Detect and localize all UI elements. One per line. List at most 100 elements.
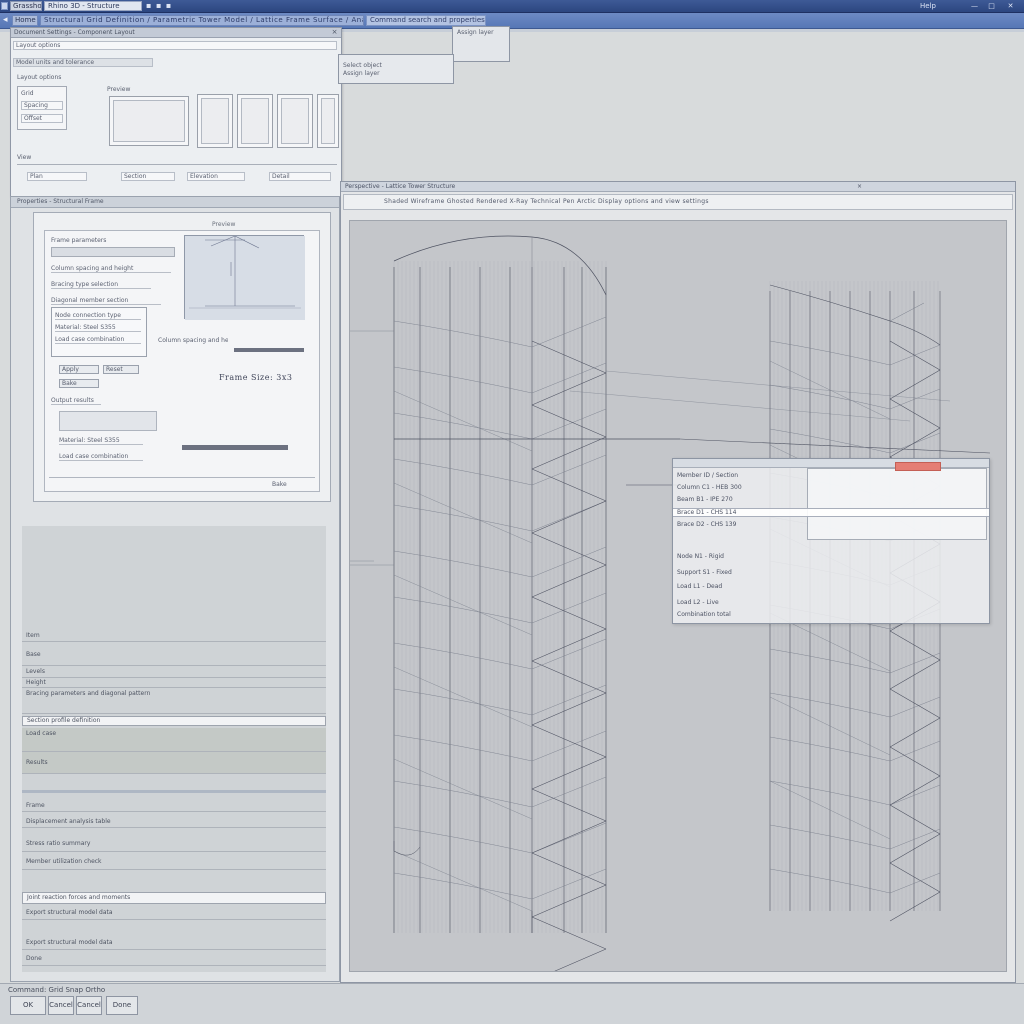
table-row[interactable]: Member ID / Section — [677, 472, 797, 479]
field-detail[interactable]: Detail — [269, 172, 331, 181]
list-item[interactable]: Load case — [22, 728, 326, 752]
highlighted-cell[interactable] — [895, 462, 941, 471]
command-line[interactable]: Command: Grid Snap Ortho — [8, 986, 105, 994]
results-grid[interactable] — [807, 468, 987, 540]
options-button[interactable]: Cancel — [76, 996, 102, 1015]
field-section[interactable]: Section — [121, 172, 175, 181]
list-item-selected[interactable]: Joint reaction forces and moments — [22, 892, 326, 904]
properties-card: Frame parameters Column spacing and heig… — [33, 212, 331, 502]
list-item[interactable]: Base — [22, 644, 326, 666]
field-offset[interactable]: Offset — [21, 114, 63, 123]
ok-button[interactable]: OK — [10, 996, 46, 1015]
tower-brace — [889, 891, 941, 922]
popover-select-label[interactable]: Select object — [343, 62, 403, 70]
search-input[interactable]: Command search and properties — [366, 15, 486, 26]
table-row[interactable]: Load L2 - Live — [677, 599, 797, 606]
tower-brace — [531, 756, 607, 790]
dropdown[interactable] — [51, 247, 175, 257]
layout-options-row[interactable]: Layout options — [13, 41, 337, 50]
field-spacing[interactable]: Spacing — [21, 101, 63, 110]
tower-ring — [531, 454, 607, 486]
list-item[interactable]: Done — [22, 952, 326, 966]
list-item[interactable]: Member utilization check — [22, 854, 326, 870]
tower-brace — [531, 628, 607, 662]
list-item[interactable]: Material: Steel S355 — [55, 324, 141, 332]
tower-ring — [889, 344, 941, 366]
table-header — [673, 459, 989, 468]
help-menu[interactable]: Help — [920, 1, 936, 11]
tower-ring — [889, 696, 941, 718]
quick-access-tools[interactable]: ▪ ▪ ▪ — [146, 1, 172, 11]
list-item[interactable]: Stress ratio summary — [22, 836, 326, 852]
list-item[interactable]: Displacement analysis table — [22, 816, 326, 828]
list-item[interactable]: Height — [22, 678, 326, 688]
list-item[interactable]: Frame — [22, 800, 326, 812]
list-item-selected[interactable]: Section profile definition — [22, 716, 326, 726]
title-bar: Grasshopper Rhino 3D - Structure ▪ ▪ ▪ H… — [0, 0, 1024, 13]
list-item[interactable]: Export structural model data — [22, 906, 326, 920]
minimize-button[interactable]: — — [968, 1, 981, 11]
tower-ring — [889, 432, 941, 454]
dialog-close-icon[interactable]: × — [330, 28, 339, 37]
thumbnail-plan[interactable] — [197, 94, 233, 148]
app-icon[interactable] — [1, 2, 8, 10]
field-plan[interactable]: Plan — [27, 172, 87, 181]
list-item[interactable]: Results — [22, 752, 326, 774]
maximize-button[interactable]: □ — [985, 1, 998, 11]
reset-button[interactable]: Reset — [103, 365, 139, 374]
table-row[interactable]: Brace D2 - CHS 139 — [677, 521, 797, 528]
table-row[interactable]: Node N1 - Rigid — [677, 553, 797, 560]
thumbnail-elevation[interactable] — [277, 94, 313, 148]
splitter[interactable] — [22, 790, 326, 793]
tower-ring — [393, 872, 533, 900]
table-row[interactable]: Load L1 - Dead — [677, 583, 797, 590]
thumbnail-section[interactable] — [237, 94, 273, 148]
list-item[interactable]: Item — [22, 630, 326, 642]
table-row[interactable]: Brace D1 - CHS 114 — [677, 509, 797, 516]
tower-brace — [393, 758, 533, 820]
table-row[interactable]: Beam B1 - IPE 270 — [677, 496, 797, 503]
document-title[interactable]: Grasshopper — [10, 1, 42, 11]
frame-preview[interactable] — [184, 235, 305, 320]
thumbnail-detail[interactable] — [317, 94, 339, 148]
list-item[interactable]: Load case combination — [55, 336, 141, 344]
preview-thumbnail[interactable] — [109, 96, 189, 146]
tower-ring — [393, 504, 533, 532]
field-elevation[interactable]: Elevation — [187, 172, 245, 181]
tower-ring — [393, 596, 533, 624]
close-button[interactable]: ✕ — [1004, 1, 1017, 11]
back-icon[interactable]: ◂ — [3, 15, 11, 26]
viewport-title: Perspective - Lattice Tower Structure — [341, 182, 1015, 192]
settings-dialog: Document Settings - Component Layout × L… — [10, 27, 342, 197]
tower-brace — [889, 369, 941, 400]
table-row[interactable]: Support S1 - Fixed — [677, 569, 797, 576]
popover: Select object Assign layer — [338, 54, 454, 84]
list-item[interactable]: Levels — [22, 666, 326, 678]
done-button[interactable]: Done — [106, 996, 138, 1015]
viewport-close-icon[interactable]: × — [857, 182, 867, 191]
member-list[interactable]: Node connection type Material: Steel S35… — [51, 307, 147, 357]
list-item[interactable]: Bracing parameters and diagonal pattern — [22, 688, 326, 714]
tower-brace — [531, 820, 607, 854]
bake-button[interactable]: Bake — [59, 379, 99, 388]
popover-layer-label[interactable]: Assign layer — [343, 70, 403, 78]
scale-slider[interactable] — [234, 348, 304, 352]
home-tab[interactable]: Home — [12, 15, 38, 26]
viewport-toolbar[interactable]: Shaded Wireframe Ghosted Rendered X-Ray … — [343, 194, 1013, 210]
apply-button[interactable]: Apply — [59, 365, 99, 374]
tower-ring — [393, 458, 533, 486]
prop-line: Diagonal member section — [51, 297, 161, 305]
cancel-button[interactable]: Cancel — [48, 996, 74, 1015]
load-slider[interactable] — [182, 445, 288, 450]
tower-top-edge — [393, 235, 607, 296]
units-row[interactable]: Model units and tolerance — [13, 58, 153, 67]
table-row[interactable]: Combination total — [677, 611, 797, 618]
breadcrumb[interactable]: Structural Grid Definition / Parametric … — [40, 15, 364, 26]
tower-ring — [393, 366, 533, 394]
dialog-title: Document Settings - Component Layout — [11, 28, 341, 38]
list-item[interactable]: Export structural model data — [22, 936, 326, 950]
table-row[interactable]: Column C1 - HEB 300 — [677, 484, 797, 491]
tower-ring — [393, 412, 533, 440]
list-item[interactable]: Node connection type — [55, 312, 141, 320]
tower-brace — [531, 500, 607, 534]
